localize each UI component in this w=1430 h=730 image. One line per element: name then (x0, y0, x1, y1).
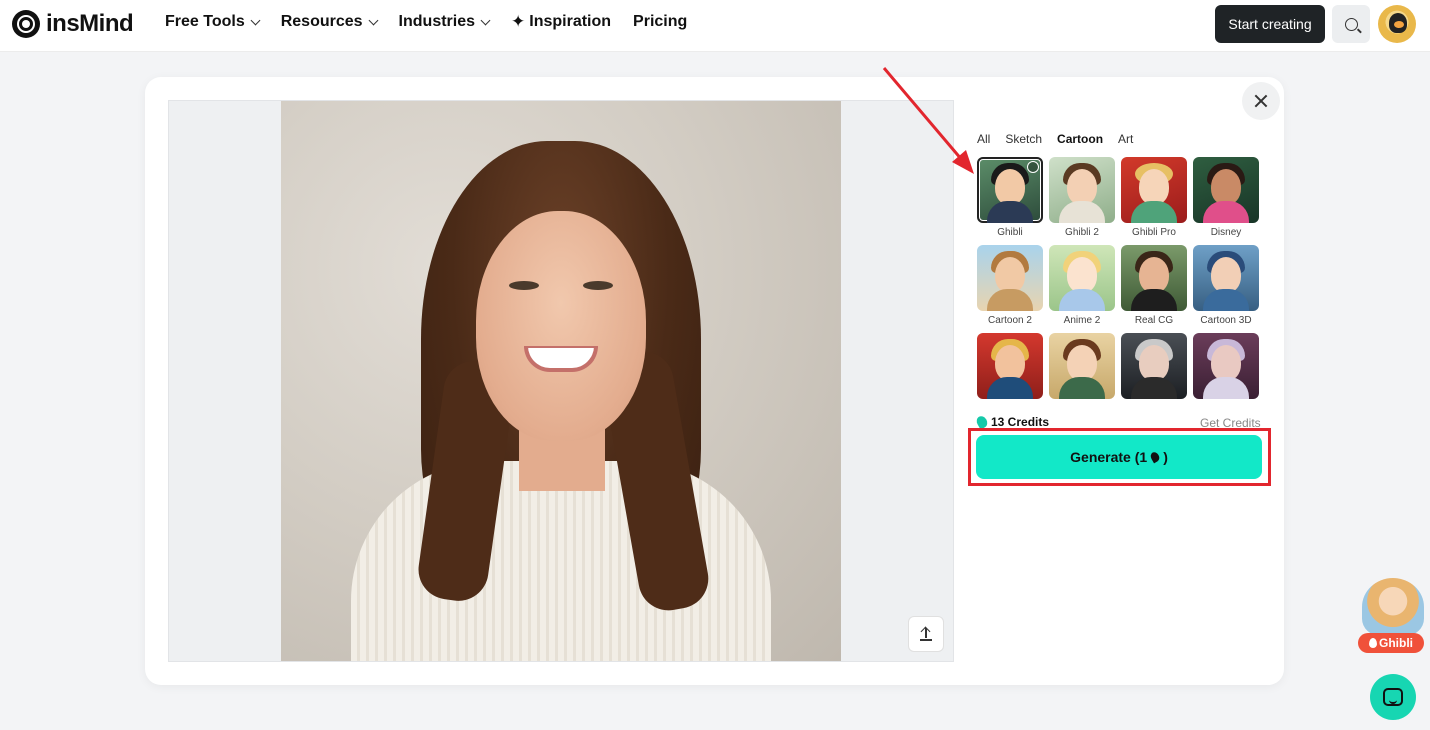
style-item[interactable] (977, 333, 1043, 403)
style-label: Disney (1210, 227, 1242, 238)
tab-art[interactable]: Art (1118, 132, 1133, 146)
nav-resources[interactable]: Resources (280, 13, 378, 31)
style-thumbnail (1193, 245, 1259, 311)
style-label: Real CG (1134, 315, 1174, 326)
nav-free-tools[interactable]: Free Tools (165, 13, 261, 31)
avatar[interactable] (1378, 5, 1416, 43)
style-thumbnail (1121, 245, 1187, 311)
credits-label: 13 Credits (991, 415, 1050, 429)
style-thumbnail (1121, 157, 1187, 223)
photo-eye-right (583, 281, 613, 290)
style-disney[interactable]: Disney (1193, 157, 1259, 245)
logo-icon (12, 10, 40, 38)
style-cartoon-2[interactable]: Cartoon 2 (977, 245, 1043, 333)
close-icon (1254, 94, 1268, 108)
photo-sweater (351, 461, 771, 661)
generate-suffix: ) (1163, 449, 1168, 465)
nav-pricing-label: Pricing (633, 13, 688, 30)
style-ghibli-2[interactable]: Ghibli 2 (1049, 157, 1115, 245)
style-item[interactable] (1121, 333, 1187, 403)
ghibli-character-image (1362, 578, 1424, 636)
style-ghibli[interactable]: Ghibli (977, 157, 1043, 245)
uploaded-photo (281, 101, 841, 661)
credits-balance: 13 Credits (974, 414, 1050, 430)
nav-resources-label: Resources (280, 13, 363, 30)
nav-inspiration-label: Inspiration (529, 13, 612, 30)
style-thumbnail (1121, 333, 1187, 399)
tab-cartoon[interactable]: Cartoon (1057, 132, 1103, 146)
upload-icon (920, 627, 932, 641)
style-thumbnail (977, 157, 1043, 223)
nav-inspiration[interactable]: ✦ Inspiration (511, 12, 611, 32)
tab-all[interactable]: All (977, 132, 990, 146)
search-icon (1344, 17, 1358, 31)
close-button[interactable] (1242, 82, 1280, 120)
start-creating-button[interactable]: Start creating (1215, 5, 1325, 43)
style-label: Ghibli (997, 227, 1023, 238)
style-label: Cartoon 3D (1200, 315, 1252, 326)
style-modal: All Sketch Cartoon Art Ghibli Ghibli 2 G… (145, 77, 1284, 685)
style-thumbnail (1193, 157, 1259, 223)
sparkle-icon: ✦ (511, 12, 526, 31)
ghibli-badge-label: Ghibli (1379, 636, 1413, 650)
upload-button[interactable] (908, 616, 944, 652)
image-preview-area (168, 100, 954, 662)
style-thumbnail (1049, 245, 1115, 311)
chat-icon (1383, 688, 1403, 706)
style-real-cg[interactable]: Real CG (1121, 245, 1187, 333)
main-nav: Free Tools Resources Industries ✦ Inspir… (165, 12, 687, 32)
style-anime-2[interactable]: Anime 2 (1049, 245, 1115, 333)
chevron-down-icon (250, 15, 261, 25)
chat-support-button[interactable] (1370, 674, 1416, 720)
style-item[interactable] (1193, 333, 1259, 403)
style-grid: Ghibli Ghibli 2 Ghibli Pro Disney Cartoo… (977, 157, 1262, 403)
nav-industries[interactable]: Industries (398, 13, 491, 31)
nav-free-tools-label: Free Tools (165, 13, 245, 30)
ghibli-badge: Ghibli (1358, 633, 1424, 653)
credit-coin-icon (1149, 450, 1162, 464)
ghibli-promo-widget[interactable]: Ghibli (1358, 578, 1426, 656)
top-header: insMind Free Tools Resources Industries … (0, 0, 1430, 52)
fire-icon (1369, 638, 1377, 648)
style-thumbnail (1049, 157, 1115, 223)
style-thumbnail (977, 333, 1043, 399)
selected-check-icon (1027, 161, 1039, 173)
style-thumbnail (1049, 333, 1115, 399)
style-label: Cartoon 2 (988, 315, 1032, 326)
photo-face (476, 211, 646, 441)
style-ghibli-pro[interactable]: Ghibli Pro (1121, 157, 1187, 245)
generate-button[interactable]: Generate (1 ) (976, 435, 1262, 479)
style-label: Ghibli 2 (1065, 227, 1099, 238)
chevron-down-icon (480, 15, 491, 25)
logo[interactable]: insMind (12, 9, 134, 39)
nav-pricing[interactable]: Pricing (633, 13, 687, 31)
style-label: Anime 2 (1063, 315, 1101, 326)
tab-sketch[interactable]: Sketch (1005, 132, 1042, 146)
style-tabs: All Sketch Cartoon Art (977, 132, 1133, 146)
style-cartoon-3d[interactable]: Cartoon 3D (1193, 245, 1259, 333)
nav-industries-label: Industries (398, 13, 476, 30)
logo-text: insMind (46, 10, 134, 37)
chevron-down-icon (368, 15, 378, 25)
search-button[interactable] (1332, 5, 1370, 43)
generate-label: Generate (1 (1070, 449, 1148, 465)
style-item[interactable] (1049, 333, 1115, 403)
photo-eye-left (509, 281, 539, 290)
style-label: Ghibli Pro (1132, 227, 1176, 238)
style-thumbnail (977, 245, 1043, 311)
style-thumbnail (1193, 333, 1259, 399)
